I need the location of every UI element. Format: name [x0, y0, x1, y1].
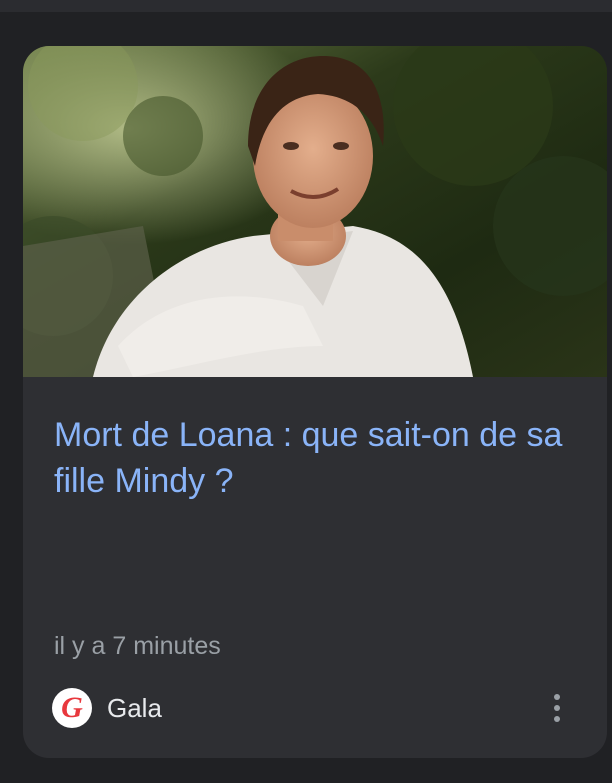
more-dot [554, 705, 560, 711]
gala-logo-icon: G [52, 688, 92, 728]
thumbnail-photo [23, 46, 607, 377]
article-thumbnail[interactable] [23, 46, 607, 377]
more-dot [554, 694, 560, 700]
news-card[interactable]: Mort de Loana : que sait-on de sa fille … [23, 46, 607, 758]
source-row[interactable]: G Gala [52, 686, 162, 730]
top-strip [0, 0, 612, 12]
article-timestamp: il y a 7 minutes [54, 632, 221, 660]
more-dot [554, 716, 560, 722]
more-vert-icon[interactable] [543, 686, 571, 730]
source-name: Gala [107, 692, 162, 723]
article-headline[interactable]: Mort de Loana : que sait-on de sa fille … [54, 412, 584, 504]
